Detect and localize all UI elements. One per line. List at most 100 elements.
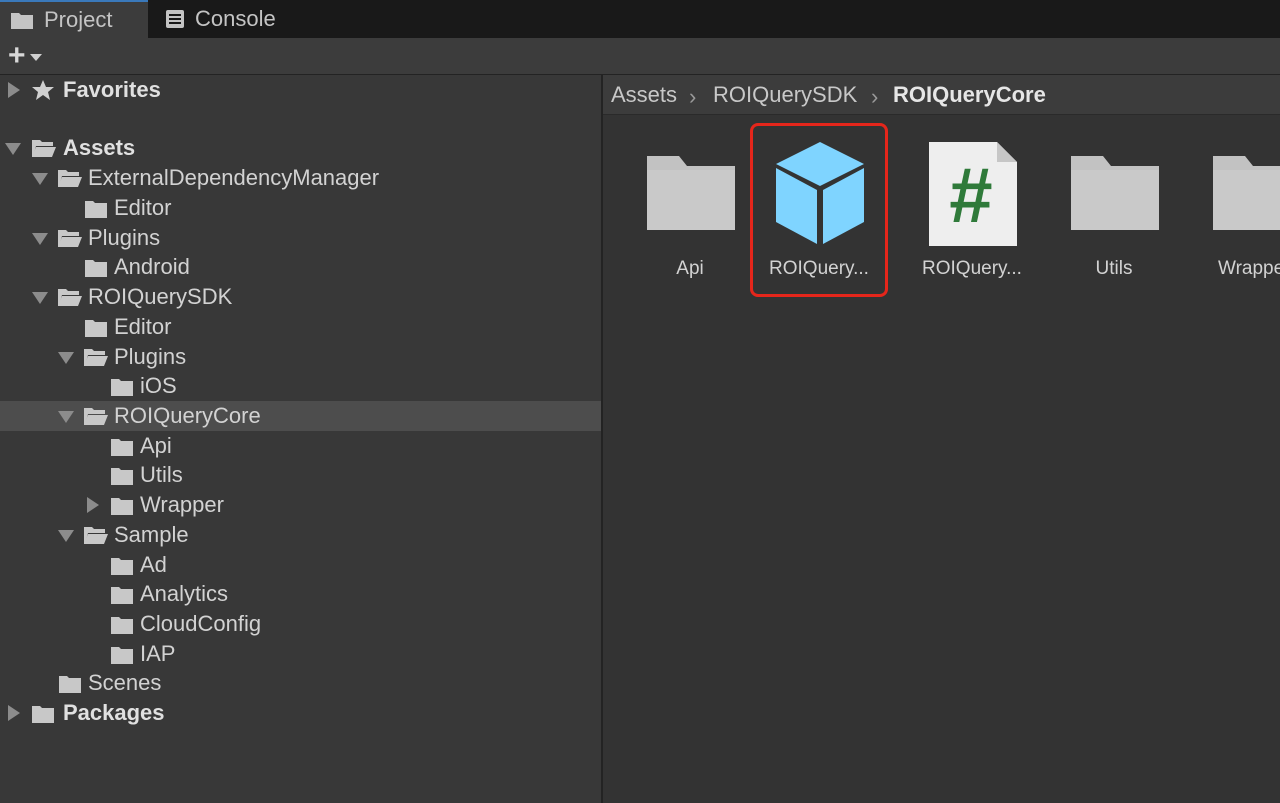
tree-item-label: Sample — [114, 522, 189, 547]
tree-item-label: Utils — [140, 462, 183, 487]
tree-item-label: ROIQueryCore — [114, 403, 261, 428]
tree-item-label: IAP — [140, 641, 176, 666]
tree-item-label: Plugins — [114, 344, 187, 369]
chevron-right-icon: › — [689, 84, 697, 109]
folder-icon — [111, 558, 133, 575]
tree-item-utils[interactable]: Utils — [0, 460, 601, 490]
tree-item-label: ROIQuerySDK — [88, 284, 233, 309]
breadcrumb-roiquerycore[interactable]: ROIQueryCore — [893, 82, 1046, 108]
folder-open-icon — [84, 349, 108, 366]
folder-icon — [59, 676, 81, 693]
collapse-arrow-icon[interactable] — [58, 411, 74, 423]
tree-item-label: Editor — [114, 314, 172, 339]
asset-item[interactable]: # ROIQuery... — [907, 140, 1037, 300]
asset-name: Wrappe — [1218, 258, 1280, 279]
tree-item-roiquerycore[interactable]: ROIQueryCore — [0, 401, 601, 431]
tree-item-label: iOS — [140, 373, 177, 398]
asset-item[interactable]: Api — [625, 140, 755, 300]
tree-item-iap[interactable]: IAP — [0, 639, 601, 669]
folder-icon — [11, 13, 33, 29]
folder-icon — [1071, 156, 1159, 230]
tree-item-label: Android — [114, 254, 190, 279]
tree-item-label: Assets — [63, 135, 136, 160]
svg-text:#: # — [949, 151, 992, 239]
tab-project[interactable]: Project — [0, 0, 148, 38]
folder-icon — [111, 468, 133, 485]
breadcrumb-roiquerysdk[interactable]: ROIQuerySDK — [713, 82, 857, 108]
chevron-down-icon — [29, 53, 42, 61]
folder-icon — [111, 439, 133, 456]
tree-item-wrapper[interactable]: Wrapper — [0, 490, 601, 520]
tree-item-ios[interactable]: iOS — [0, 371, 601, 401]
tree-item-api[interactable]: Api — [0, 431, 601, 461]
breadcrumb: Assets › ROIQuerySDK › ROIQueryCore — [603, 75, 1280, 115]
project-tree: Favorites Assets ExternalDependencyManag… — [0, 75, 601, 803]
tree-item-analytics[interactable]: Analytics — [0, 579, 601, 609]
folder-open-icon — [58, 230, 82, 247]
tree-item-scenes[interactable]: Scenes — [0, 668, 601, 698]
tree-item-externaldependencymanager[interactable]: ExternalDependencyManager — [0, 163, 601, 193]
collapse-arrow-icon[interactable] — [32, 292, 48, 304]
tree-item-label: Wrapper — [140, 492, 224, 517]
tree-item-sdk-plugins[interactable]: Plugins — [0, 342, 601, 372]
folder-open-icon — [58, 170, 82, 187]
breadcrumb-assets[interactable]: Assets — [611, 82, 677, 108]
tree-item-label: Ad — [140, 552, 167, 577]
tree-item-label: ExternalDependencyManager — [88, 165, 380, 190]
asset-name: Utils — [1095, 258, 1133, 279]
tree-item-label: Editor — [114, 195, 172, 220]
folder-open-icon — [32, 140, 56, 157]
tree-item-plugins[interactable]: Plugins — [0, 223, 601, 253]
tree-item-label: Api — [140, 433, 172, 458]
tree-item-label: Analytics — [140, 581, 229, 606]
collapse-arrow-icon[interactable] — [5, 143, 21, 155]
folder-icon — [85, 320, 107, 337]
asset-item[interactable]: Wrappe — [1191, 140, 1280, 300]
folder-icon — [111, 617, 133, 634]
tab-console-label: Console — [195, 6, 276, 31]
star-icon — [32, 80, 54, 100]
tab-console[interactable]: Console — [155, 0, 305, 38]
tree-item-packages[interactable]: Packages — [0, 698, 601, 728]
folder-open-icon — [84, 408, 108, 425]
folder-icon — [1213, 156, 1280, 230]
collapse-arrow-icon[interactable] — [58, 530, 74, 542]
folder-icon — [111, 379, 133, 396]
tree-item-editor[interactable]: Editor — [0, 193, 601, 223]
selection-highlight — [750, 123, 888, 297]
plus-icon: + — [8, 39, 26, 72]
expand-arrow-icon[interactable] — [87, 497, 99, 513]
add-asset-button[interactable]: + — [8, 39, 58, 72]
tree-item-ad[interactable]: Ad — [0, 550, 601, 580]
csharp-script-icon: # — [929, 142, 1017, 246]
toolbar: + — [0, 38, 1280, 75]
tree-item-label: Scenes — [88, 670, 162, 695]
folder-icon — [111, 587, 133, 604]
console-icon — [166, 10, 184, 28]
folder-icon — [647, 156, 735, 230]
tab-bar: Project Console — [0, 0, 1280, 38]
tree-item-cloudconfig[interactable]: CloudConfig — [0, 609, 601, 639]
tree-item-roiquerysdk[interactable]: ROIQuerySDK — [0, 282, 601, 312]
expand-arrow-icon[interactable] — [8, 82, 20, 98]
folder-icon — [111, 647, 133, 664]
tree-item-label: Favorites — [63, 77, 161, 102]
tree-item-sample[interactable]: Sample — [0, 520, 601, 550]
chevron-right-icon: › — [871, 84, 879, 109]
tree-item-label: Packages — [63, 700, 165, 725]
asset-name: Api — [676, 258, 704, 279]
folder-icon — [85, 201, 107, 218]
expand-arrow-icon[interactable] — [8, 705, 20, 721]
tab-project-label: Project — [44, 7, 113, 32]
tree-item-android[interactable]: Android — [0, 252, 601, 282]
tree-item-assets[interactable]: Assets — [0, 133, 601, 163]
collapse-arrow-icon[interactable] — [32, 173, 48, 185]
asset-item[interactable]: Utils — [1049, 140, 1179, 300]
folder-icon — [111, 498, 133, 515]
tree-item-favorites[interactable]: Favorites — [0, 75, 601, 105]
collapse-arrow-icon[interactable] — [32, 233, 48, 245]
asset-name: ROIQuery... — [922, 258, 1022, 279]
tree-item-editor[interactable]: Editor — [0, 312, 601, 342]
folder-open-icon — [84, 527, 108, 544]
collapse-arrow-icon[interactable] — [58, 352, 74, 364]
